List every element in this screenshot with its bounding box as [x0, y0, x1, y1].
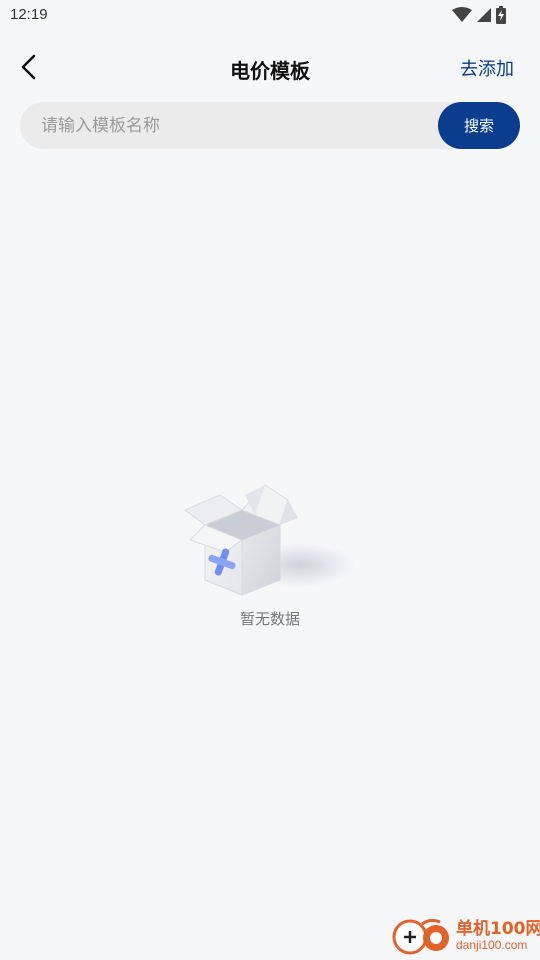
watermark-logo-icon — [392, 918, 449, 955]
status-bar: 12:19 — [0, 0, 540, 30]
page-title: 电价模板 — [230, 59, 310, 83]
status-icons — [452, 6, 506, 24]
watermark-url: danji100.com — [456, 938, 528, 952]
search-bar: 搜索 — [20, 102, 520, 149]
wifi-icon — [452, 7, 472, 22]
watermark-title: 单机100网 — [456, 919, 540, 939]
nav-bar: 电价模板 去添加 — [0, 40, 540, 94]
search-button[interactable]: 搜索 — [438, 102, 520, 149]
search-input[interactable] — [20, 102, 430, 149]
battery-charging-icon — [496, 6, 506, 24]
add-template-link[interactable]: 去添加 — [460, 55, 514, 81]
cell-signal-icon — [477, 8, 491, 22]
watermark: 单机100网 danji100.com — [390, 914, 540, 958]
empty-state-text: 暂无数据 — [239, 610, 300, 628]
empty-box-icon — [184, 484, 355, 596]
status-time: 12:19 — [10, 6, 48, 23]
empty-state: 暂无数据 — [0, 470, 540, 629]
